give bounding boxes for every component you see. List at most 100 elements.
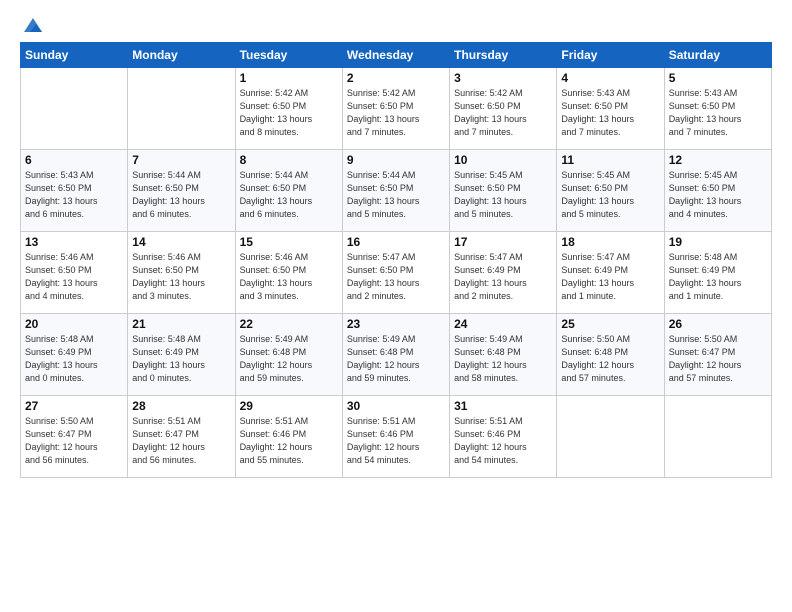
calendar-cell: 30 Sunrise: 5:51 AM Sunset: 6:46 PM Dayli… <box>342 396 449 478</box>
calendar-cell: 26 Sunrise: 5:50 AM Sunset: 6:47 PM Dayli… <box>664 314 771 396</box>
day-number: 11 <box>561 153 659 167</box>
week-row-1: 1 Sunrise: 5:42 AM Sunset: 6:50 PM Daylig… <box>21 68 772 150</box>
day-number: 18 <box>561 235 659 249</box>
day-info: Sunrise: 5:43 AM Sunset: 6:50 PM Dayligh… <box>561 87 659 139</box>
calendar-cell: 18Sunrise: 5:47 AM Sunset: 6:49 PM Dayli… <box>557 232 664 314</box>
week-row-2: 6 Sunrise: 5:43 AM Sunset: 6:50 PM Daylig… <box>21 150 772 232</box>
day-info: Sunrise: 5:49 AM Sunset: 6:48 PM Dayligh… <box>240 333 338 385</box>
logo-icon <box>22 14 44 36</box>
weekday-header-friday: Friday <box>557 43 664 68</box>
day-number: 22 <box>240 317 338 331</box>
calendar-cell: 24 Sunrise: 5:49 AM Sunset: 6:48 PM Dayli… <box>450 314 557 396</box>
day-info: Sunrise: 5:50 AM Sunset: 6:47 PM Dayligh… <box>669 333 767 385</box>
day-info: Sunrise: 5:48 AM Sunset: 6:49 PM Dayligh… <box>669 251 767 303</box>
calendar-cell: 29 Sunrise: 5:51 AM Sunset: 6:46 PM Dayli… <box>235 396 342 478</box>
day-number: 21 <box>132 317 230 331</box>
day-number: 1 <box>240 71 338 85</box>
week-row-3: 13 Sunrise: 5:46 AM Sunset: 6:50 PM Dayli… <box>21 232 772 314</box>
day-info: Sunrise: 5:45 AM Sunset: 6:50 PM Dayligh… <box>561 169 659 221</box>
logo <box>20 18 44 34</box>
day-number: 13 <box>25 235 123 249</box>
day-info: Sunrise: 5:51 AM Sunset: 6:46 PM Dayligh… <box>347 415 445 467</box>
calendar-cell: 8Sunrise: 5:44 AM Sunset: 6:50 PM Daylig… <box>235 150 342 232</box>
day-info: Sunrise: 5:51 AM Sunset: 6:46 PM Dayligh… <box>454 415 552 467</box>
calendar-cell: 5 Sunrise: 5:43 AM Sunset: 6:50 PM Daylig… <box>664 68 771 150</box>
day-number: 25 <box>561 317 659 331</box>
day-number: 23 <box>347 317 445 331</box>
calendar-cell: 4Sunrise: 5:43 AM Sunset: 6:50 PM Daylig… <box>557 68 664 150</box>
day-number: 20 <box>25 317 123 331</box>
day-info: Sunrise: 5:47 AM Sunset: 6:50 PM Dayligh… <box>347 251 445 303</box>
day-number: 14 <box>132 235 230 249</box>
day-info: Sunrise: 5:45 AM Sunset: 6:50 PM Dayligh… <box>669 169 767 221</box>
day-number: 16 <box>347 235 445 249</box>
day-info: Sunrise: 5:49 AM Sunset: 6:48 PM Dayligh… <box>454 333 552 385</box>
day-info: Sunrise: 5:47 AM Sunset: 6:49 PM Dayligh… <box>454 251 552 303</box>
calendar-cell: 17 Sunrise: 5:47 AM Sunset: 6:49 PM Dayli… <box>450 232 557 314</box>
calendar-cell: 1 Sunrise: 5:42 AM Sunset: 6:50 PM Daylig… <box>235 68 342 150</box>
day-number: 9 <box>347 153 445 167</box>
calendar-cell <box>664 396 771 478</box>
day-info: Sunrise: 5:49 AM Sunset: 6:48 PM Dayligh… <box>347 333 445 385</box>
day-info: Sunrise: 5:48 AM Sunset: 6:49 PM Dayligh… <box>132 333 230 385</box>
day-info: Sunrise: 5:44 AM Sunset: 6:50 PM Dayligh… <box>347 169 445 221</box>
day-number: 17 <box>454 235 552 249</box>
day-number: 31 <box>454 399 552 413</box>
weekday-header-row: SundayMondayTuesdayWednesdayThursdayFrid… <box>21 43 772 68</box>
weekday-header-sunday: Sunday <box>21 43 128 68</box>
calendar-cell: 21 Sunrise: 5:48 AM Sunset: 6:49 PM Dayli… <box>128 314 235 396</box>
calendar-cell: 25Sunrise: 5:50 AM Sunset: 6:48 PM Dayli… <box>557 314 664 396</box>
calendar-cell: 14 Sunrise: 5:46 AM Sunset: 6:50 PM Dayli… <box>128 232 235 314</box>
day-info: Sunrise: 5:43 AM Sunset: 6:50 PM Dayligh… <box>669 87 767 139</box>
week-row-5: 27 Sunrise: 5:50 AM Sunset: 6:47 PM Dayli… <box>21 396 772 478</box>
calendar-cell: 12Sunrise: 5:45 AM Sunset: 6:50 PM Dayli… <box>664 150 771 232</box>
day-info: Sunrise: 5:46 AM Sunset: 6:50 PM Dayligh… <box>132 251 230 303</box>
weekday-header-wednesday: Wednesday <box>342 43 449 68</box>
calendar-cell: 31 Sunrise: 5:51 AM Sunset: 6:46 PM Dayli… <box>450 396 557 478</box>
calendar-cell: 7Sunrise: 5:44 AM Sunset: 6:50 PM Daylig… <box>128 150 235 232</box>
calendar-cell: 6 Sunrise: 5:43 AM Sunset: 6:50 PM Daylig… <box>21 150 128 232</box>
calendar-cell: 15 Sunrise: 5:46 AM Sunset: 6:50 PM Dayli… <box>235 232 342 314</box>
calendar-cell: 16 Sunrise: 5:47 AM Sunset: 6:50 PM Dayli… <box>342 232 449 314</box>
day-number: 19 <box>669 235 767 249</box>
day-info: Sunrise: 5:42 AM Sunset: 6:50 PM Dayligh… <box>347 87 445 139</box>
day-number: 28 <box>132 399 230 413</box>
day-info: Sunrise: 5:46 AM Sunset: 6:50 PM Dayligh… <box>25 251 123 303</box>
weekday-header-saturday: Saturday <box>664 43 771 68</box>
day-info: Sunrise: 5:45 AM Sunset: 6:50 PM Dayligh… <box>454 169 552 221</box>
calendar-cell: 2 Sunrise: 5:42 AM Sunset: 6:50 PM Daylig… <box>342 68 449 150</box>
calendar-cell: 13 Sunrise: 5:46 AM Sunset: 6:50 PM Dayli… <box>21 232 128 314</box>
calendar-cell: 20 Sunrise: 5:48 AM Sunset: 6:49 PM Dayli… <box>21 314 128 396</box>
calendar-cell <box>21 68 128 150</box>
day-number: 15 <box>240 235 338 249</box>
day-info: Sunrise: 5:44 AM Sunset: 6:50 PM Dayligh… <box>240 169 338 221</box>
day-number: 5 <box>669 71 767 85</box>
calendar-cell: 23 Sunrise: 5:49 AM Sunset: 6:48 PM Dayli… <box>342 314 449 396</box>
day-number: 6 <box>25 153 123 167</box>
day-info: Sunrise: 5:42 AM Sunset: 6:50 PM Dayligh… <box>240 87 338 139</box>
day-number: 7 <box>132 153 230 167</box>
header <box>20 18 772 34</box>
day-number: 30 <box>347 399 445 413</box>
day-number: 29 <box>240 399 338 413</box>
day-info: Sunrise: 5:51 AM Sunset: 6:46 PM Dayligh… <box>240 415 338 467</box>
day-number: 3 <box>454 71 552 85</box>
day-info: Sunrise: 5:43 AM Sunset: 6:50 PM Dayligh… <box>25 169 123 221</box>
calendar-cell: 3 Sunrise: 5:42 AM Sunset: 6:50 PM Daylig… <box>450 68 557 150</box>
day-number: 2 <box>347 71 445 85</box>
day-number: 10 <box>454 153 552 167</box>
day-info: Sunrise: 5:50 AM Sunset: 6:47 PM Dayligh… <box>25 415 123 467</box>
weekday-header-tuesday: Tuesday <box>235 43 342 68</box>
calendar-cell: 28Sunrise: 5:51 AM Sunset: 6:47 PM Dayli… <box>128 396 235 478</box>
day-info: Sunrise: 5:46 AM Sunset: 6:50 PM Dayligh… <box>240 251 338 303</box>
calendar-cell: 27 Sunrise: 5:50 AM Sunset: 6:47 PM Dayli… <box>21 396 128 478</box>
calendar-cell <box>128 68 235 150</box>
day-number: 24 <box>454 317 552 331</box>
day-info: Sunrise: 5:42 AM Sunset: 6:50 PM Dayligh… <box>454 87 552 139</box>
calendar-cell: 11 Sunrise: 5:45 AM Sunset: 6:50 PM Dayli… <box>557 150 664 232</box>
calendar-cell: 10 Sunrise: 5:45 AM Sunset: 6:50 PM Dayli… <box>450 150 557 232</box>
day-number: 26 <box>669 317 767 331</box>
day-number: 27 <box>25 399 123 413</box>
calendar-cell: 22 Sunrise: 5:49 AM Sunset: 6:48 PM Dayli… <box>235 314 342 396</box>
day-info: Sunrise: 5:48 AM Sunset: 6:49 PM Dayligh… <box>25 333 123 385</box>
